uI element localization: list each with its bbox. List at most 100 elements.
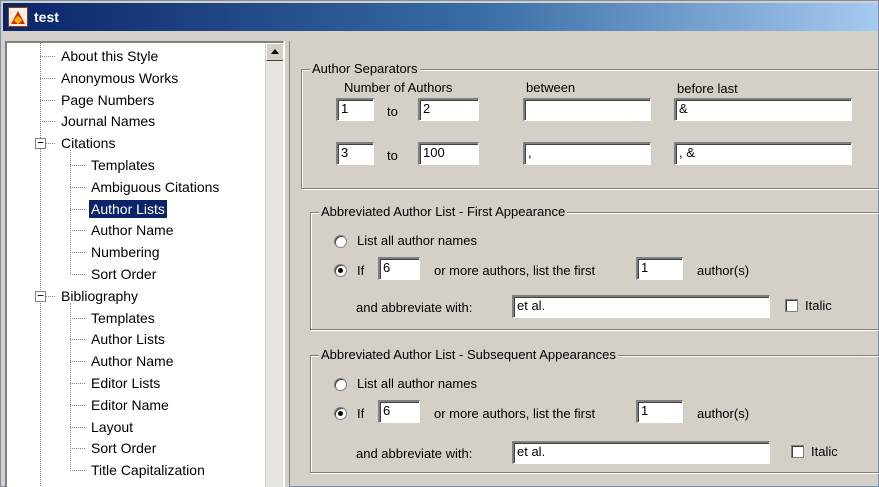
tree-item-label: Journal Names bbox=[61, 113, 156, 130]
row2-between-field[interactable]: , bbox=[523, 142, 651, 165]
tree-item-label: Bibliography bbox=[61, 287, 139, 304]
row1-from-field[interactable]: 1 bbox=[336, 98, 374, 121]
tree-item-citations-author-lists[interactable]: Author Lists bbox=[88, 198, 168, 220]
first-list-all-radio[interactable] bbox=[334, 235, 347, 248]
tree-item-anonymous-works[interactable]: Anonymous Works bbox=[59, 69, 180, 89]
tree-connector bbox=[70, 165, 85, 166]
tree-item-label: Ambiguous Citations bbox=[91, 178, 220, 195]
subsequent-italic-checkbox[interactable] bbox=[791, 445, 804, 458]
tree-connector bbox=[70, 404, 85, 406]
tree-item-label: Author Name bbox=[91, 353, 174, 370]
tree-item-label: Anonymous Works bbox=[61, 69, 179, 86]
tree-item-label: Citations bbox=[61, 135, 116, 152]
tree-connector bbox=[70, 230, 85, 232]
row2-before-last-field[interactable]: , & bbox=[674, 142, 852, 165]
subsequent-threshold-field[interactable]: 6 bbox=[378, 400, 420, 423]
subsequent-middle-label: or more authors, list the first bbox=[434, 406, 596, 421]
tree-item-bibliography[interactable]: Bibliography bbox=[59, 287, 140, 307]
tree-connector bbox=[70, 302, 71, 472]
tree-item-label: Templates bbox=[91, 157, 155, 173]
tree-connector bbox=[70, 274, 85, 275]
tree-item-bibliography-author-lists[interactable]: Author Lists bbox=[89, 330, 167, 350]
before-last-label: before last bbox=[677, 81, 738, 96]
tree-item-bibliography-editor-lists[interactable]: Editor Lists bbox=[89, 374, 162, 394]
tree-connector bbox=[70, 339, 85, 341]
tree-item-bibliography-author-name[interactable]: Author Name bbox=[89, 352, 175, 372]
first-abbrev-field[interactable]: et al. bbox=[512, 295, 770, 318]
tree-item-label: Author Lists bbox=[91, 331, 165, 348]
endnote-app-icon bbox=[8, 7, 28, 27]
tree-item-label: Templates bbox=[91, 309, 155, 326]
tree-scrollbar[interactable] bbox=[265, 43, 283, 487]
tree-connector bbox=[40, 99, 55, 101]
tree-item-citations[interactable]: Citations bbox=[59, 134, 117, 154]
tree-connector bbox=[70, 361, 85, 363]
tree-connector bbox=[40, 56, 55, 57]
tree-item-citations-ambiguous-citations[interactable]: Ambiguous Citations bbox=[89, 178, 221, 198]
first-if-radio[interactable] bbox=[334, 264, 347, 277]
tree-item-label: Author Lists bbox=[88, 198, 168, 219]
tree-item-label: Author Name bbox=[91, 222, 174, 239]
subsequent-if-radio[interactable] bbox=[334, 407, 347, 420]
row2-to-label: to bbox=[387, 148, 398, 163]
subsequent-abbrev-field[interactable]: et al. bbox=[512, 441, 770, 464]
row2-to-field[interactable]: 100 bbox=[418, 142, 479, 165]
tree-connector bbox=[40, 43, 41, 487]
style-tree: About this Style Anonymous Works Page Numb… bbox=[5, 41, 284, 487]
subsequent-italic-label: Italic bbox=[811, 444, 838, 459]
first-italic-label: Italic bbox=[805, 298, 832, 313]
tree-connector bbox=[70, 208, 85, 210]
tree-connector bbox=[70, 186, 85, 188]
first-appearance-title: Abbreviated Author List - First Appearan… bbox=[319, 204, 568, 220]
collapse-citations-icon[interactable]: − bbox=[35, 137, 46, 150]
first-italic-checkbox[interactable] bbox=[785, 299, 798, 312]
tree-connector bbox=[40, 121, 55, 123]
tree-connector bbox=[70, 470, 85, 472]
first-authors-label: author(s) bbox=[697, 263, 750, 278]
subsequent-count-field[interactable]: 1 bbox=[636, 400, 683, 423]
tree-item-bibliography-editor-name[interactable]: Editor Name bbox=[89, 396, 171, 416]
subsequent-list-all-radio[interactable] bbox=[334, 378, 347, 391]
first-count-field[interactable]: 1 bbox=[636, 257, 683, 280]
tree-item-label: Layout bbox=[91, 418, 134, 435]
tree-item-citations-templates[interactable]: Templates bbox=[89, 156, 157, 176]
subsequent-abbrev-label: and abbreviate with: bbox=[356, 446, 473, 461]
tree-item-label: Numbering bbox=[91, 244, 160, 261]
row1-before-last-field[interactable]: & bbox=[674, 98, 852, 121]
tree-item-page-numbers[interactable]: Page Numbers bbox=[59, 91, 156, 111]
tree-item-bibliography-title-capitalization[interactable]: Title Capitalization bbox=[89, 461, 207, 481]
tree-item-about-this-style[interactable]: About this Style bbox=[59, 47, 160, 67]
tree-item-bibliography-sort-order[interactable]: Sort Order bbox=[89, 439, 158, 459]
tree-item-label: Sort Order bbox=[91, 440, 157, 457]
row1-to-field[interactable]: 2 bbox=[418, 98, 479, 121]
collapse-bibliography-icon[interactable]: − bbox=[35, 290, 46, 302]
tree-item-label: Editor Lists bbox=[91, 375, 161, 391]
tree-connector bbox=[70, 383, 85, 384]
window-title: test bbox=[34, 9, 59, 25]
first-threshold-field[interactable]: 6 bbox=[378, 257, 420, 280]
tree-item-bibliography-templates[interactable]: Templates bbox=[89, 309, 157, 329]
pane-splitter[interactable] bbox=[284, 41, 290, 487]
tree-connector bbox=[40, 77, 55, 79]
tree-item-citations-sort-order[interactable]: Sort Order bbox=[89, 265, 158, 285]
tree-item-journal-names[interactable]: Journal Names bbox=[59, 112, 157, 132]
tree-item-citations-numbering[interactable]: Numbering bbox=[89, 243, 161, 263]
row1-between-field[interactable] bbox=[523, 98, 651, 121]
tree-item-label: Page Numbers bbox=[61, 91, 155, 108]
tree-item-citations-author-name[interactable]: Author Name bbox=[89, 221, 175, 241]
subsequent-authors-label: author(s) bbox=[697, 406, 750, 421]
scroll-up-arrow-icon[interactable] bbox=[266, 43, 283, 61]
tree-item-label: Title Capitalization bbox=[91, 462, 205, 479]
tree-item-bibliography-layout[interactable]: Layout bbox=[89, 418, 135, 438]
tree-connector bbox=[70, 317, 85, 319]
row2-from-field[interactable]: 3 bbox=[336, 142, 374, 165]
author-separators-title: Author Separators bbox=[310, 61, 420, 77]
first-abbrev-label: and abbreviate with: bbox=[356, 300, 473, 315]
title-bar[interactable]: test bbox=[3, 3, 878, 31]
first-if-label: If bbox=[357, 263, 365, 278]
subsequent-list-all-label: List all author names bbox=[357, 376, 477, 391]
tree-item-label: About this Style bbox=[61, 48, 159, 64]
tree-connector bbox=[70, 448, 85, 450]
subsequent-if-label: If bbox=[357, 406, 365, 421]
first-list-all-label: List all author names bbox=[357, 233, 477, 248]
